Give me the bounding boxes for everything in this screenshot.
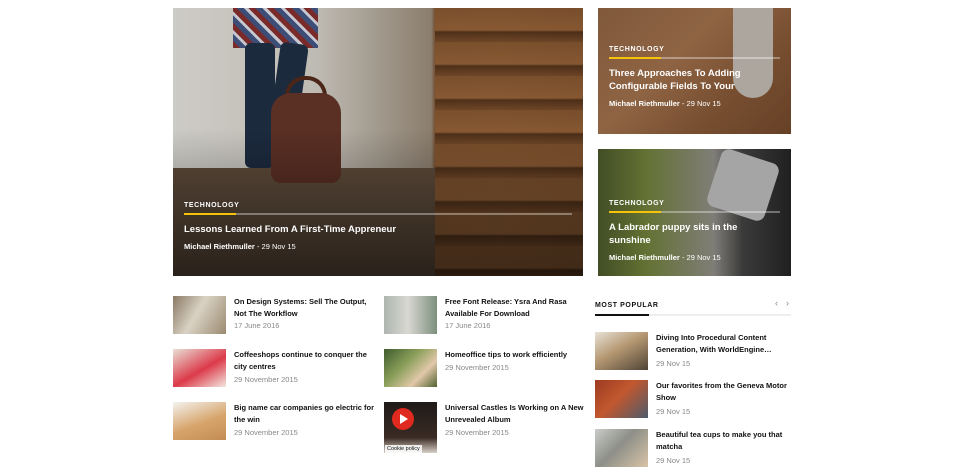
article-date: 17 June 2016: [445, 321, 491, 330]
article-date: 29 Nov 15: [656, 407, 691, 416]
author-name[interactable]: Michael Riethmuller: [609, 253, 680, 262]
hero-title[interactable]: A Labrador puppy sits in the sunshine: [609, 221, 780, 247]
list-item[interactable]: Cookie policy Universal Castles Is Worki…: [384, 402, 584, 454]
article-thumbnail[interactable]: [595, 332, 648, 370]
hero-meta: Michael Riethmuller - 29 Nov 15: [609, 99, 721, 108]
list-item[interactable]: Coffeeshops continue to conquer the city…: [173, 349, 373, 391]
category-label[interactable]: TECHNOLOGY: [609, 46, 780, 53]
popular-item[interactable]: Beautiful tea cups to make you that matc…: [595, 429, 795, 469]
article-title[interactable]: Homeoffice tips to work efficiently: [445, 349, 590, 361]
article-title[interactable]: Beautiful tea cups to make you that matc…: [656, 429, 791, 453]
article-title[interactable]: Universal Castles Is Working on A New Un…: [445, 402, 590, 426]
post-date: 29 Nov 15: [686, 253, 721, 262]
hero-image-shirt: [233, 8, 318, 48]
article-title[interactable]: On Design Systems: Sell The Output, Not …: [234, 296, 379, 320]
hero-side-card-bottom[interactable]: TECHNOLOGY A Labrador puppy sits in the …: [598, 149, 791, 276]
post-date: 29 Nov 15: [261, 242, 296, 251]
popular-item[interactable]: Our favorites from the Geneva Motor Show…: [595, 380, 795, 420]
hero-caption: TECHNOLOGY Lessons Learned From A First-…: [184, 202, 572, 251]
most-popular-header: MOST POPULAR ‹ ›: [595, 298, 791, 318]
list-item[interactable]: Big name car companies go electric for t…: [173, 402, 374, 444]
list-item[interactable]: Free Font Release: Ysra And Rasa Availab…: [384, 296, 584, 338]
category-underline: [609, 211, 780, 213]
article-title[interactable]: Diving Into Procedural Content Generatio…: [656, 332, 791, 356]
article-date: 29 November 2015: [234, 428, 298, 437]
play-icon[interactable]: [392, 408, 414, 430]
hero-main-card[interactable]: TECHNOLOGY Lessons Learned From A First-…: [173, 8, 583, 276]
article-title[interactable]: Free Font Release: Ysra And Rasa Availab…: [445, 296, 590, 320]
hero-meta: Michael Riethmuller - 29 Nov 15: [609, 253, 721, 262]
article-thumbnail[interactable]: [595, 429, 648, 467]
article-thumbnail[interactable]: [384, 296, 437, 334]
article-date: 29 Nov 15: [656, 359, 691, 368]
article-thumbnail[interactable]: [173, 296, 226, 334]
cookie-policy-link[interactable]: Cookie policy: [385, 445, 422, 453]
hero-meta: Michael Riethmuller - 29 Nov 15: [184, 242, 296, 251]
article-title[interactable]: Coffeeshops continue to conquer the city…: [234, 349, 379, 373]
author-name[interactable]: Michael Riethmuller: [184, 242, 255, 251]
article-title[interactable]: Our favorites from the Geneva Motor Show: [656, 380, 791, 404]
popular-item[interactable]: Diving Into Procedural Content Generatio…: [595, 332, 795, 372]
category-label[interactable]: TECHNOLOGY: [609, 200, 780, 207]
hero-title[interactable]: Lessons Learned From A First-Time Appren…: [184, 223, 572, 236]
category-underline: [609, 57, 780, 59]
article-thumbnail[interactable]: [595, 380, 648, 418]
hero-caption: TECHNOLOGY A Labrador puppy sits in the …: [609, 200, 780, 262]
article-date: 17 June 2016: [234, 321, 280, 330]
article-title[interactable]: Big name car companies go electric for t…: [234, 402, 379, 426]
article-date: 29 November 2015: [445, 428, 509, 437]
article-thumbnail[interactable]: [384, 349, 437, 387]
chevron-right-icon[interactable]: ›: [786, 298, 789, 308]
chevron-left-icon[interactable]: ‹: [775, 298, 778, 308]
author-name[interactable]: Michael Riethmuller: [609, 99, 680, 108]
article-date: 29 Nov 15: [656, 456, 691, 465]
article-thumbnail[interactable]: [173, 402, 226, 440]
video-thumbnail[interactable]: Cookie policy: [384, 402, 437, 453]
section-underline: [595, 314, 791, 316]
post-date: 29 Nov 15: [686, 99, 721, 108]
section-title: MOST POPULAR: [595, 302, 659, 309]
article-thumbnail[interactable]: [173, 349, 226, 387]
category-underline: [184, 213, 572, 215]
list-item[interactable]: On Design Systems: Sell The Output, Not …: [173, 296, 373, 338]
list-item[interactable]: Homeoffice tips to work efficiently 29 N…: [384, 349, 584, 391]
hero-caption: TECHNOLOGY Three Approaches To Adding Co…: [609, 46, 780, 108]
category-label[interactable]: TECHNOLOGY: [184, 202, 572, 209]
article-date: 29 November 2015: [445, 363, 509, 372]
hero-side-card-top[interactable]: TECHNOLOGY Three Approaches To Adding Co…: [598, 8, 791, 134]
article-date: 29 November 2015: [234, 375, 298, 384]
hero-title[interactable]: Three Approaches To Adding Configurable …: [609, 67, 780, 93]
